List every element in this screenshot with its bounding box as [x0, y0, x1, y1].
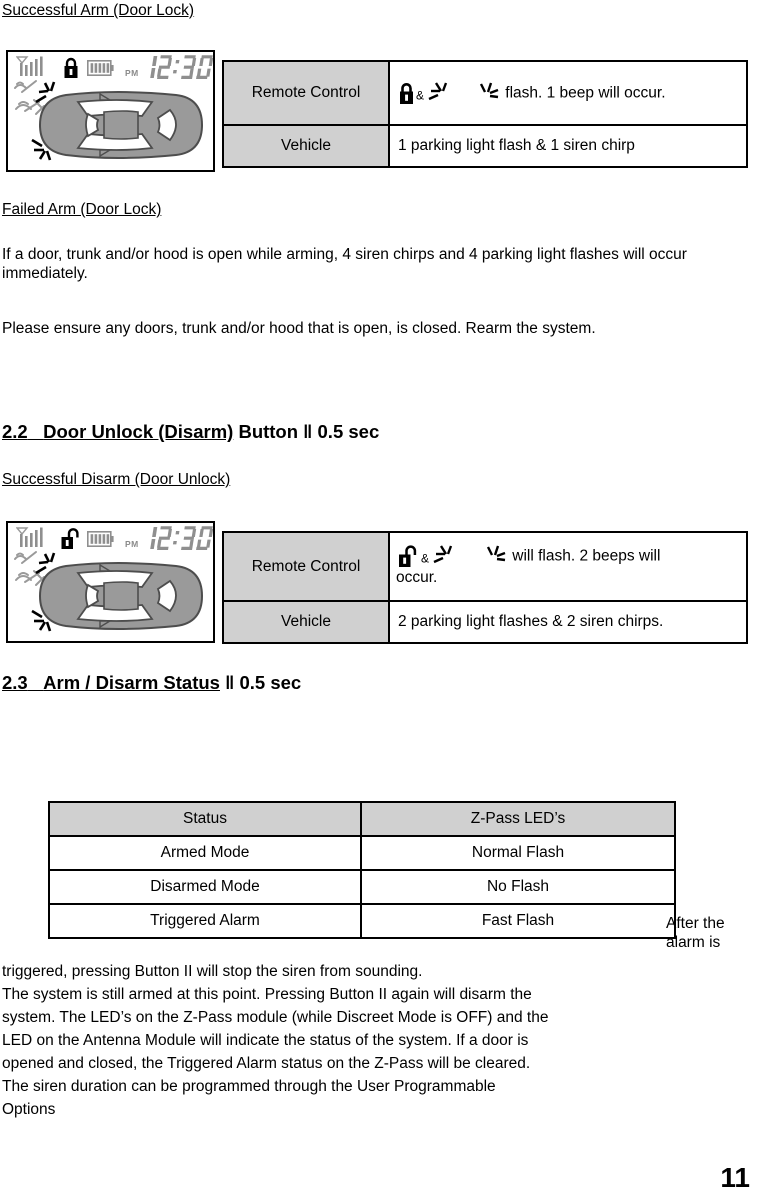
- closing-line-7: Options: [2, 1101, 56, 1118]
- signal-bars-icon: [16, 527, 43, 547]
- closing-line-6: The siren duration can be programmed thr…: [2, 1078, 496, 1095]
- table-header-row: Status Z-Pass LED’s: [48, 801, 676, 837]
- closing-line-2: The system is still armed at this point.…: [2, 986, 532, 1003]
- section-2-2-heading: 2.2 Door Unlock (Disarm) Button ǁ 0.5 se…: [2, 421, 379, 443]
- closing-line-3: system. The LED’s on the Z-Pass module (…: [2, 1009, 549, 1026]
- successful-arm-table: Remote Control & flash. 1 beep will occu…: [222, 60, 748, 168]
- table-row: Armed Mode Normal Flash: [48, 835, 676, 871]
- parking-light-flash-icon: [35, 552, 56, 575]
- section-2-2-title: Door Unlock (Disarm): [43, 421, 234, 442]
- closing-line-1: triggered, pressing Button II will stop …: [2, 963, 423, 980]
- closing-line-4: LED on the Antenna Module will indicate …: [2, 1032, 529, 1049]
- lcd-meridiem: PM: [125, 539, 139, 549]
- remote-lcd-figure-armed: PM: [6, 50, 215, 172]
- section-2-2-number: 2.2: [2, 421, 28, 442]
- table-row: Remote Control &: [222, 60, 748, 126]
- arm-remote-value: & flash. 1 beep will occur.: [388, 60, 748, 126]
- lcd-meridiem: PM: [125, 68, 139, 78]
- disarm-remote-text-line2: occur.: [396, 568, 438, 586]
- failed-arm-paragraph-2: Please ensure any doors, trunk and/or ho…: [2, 320, 596, 337]
- section-2-2-rest: Button ǁ 0.5 sec: [238, 421, 380, 442]
- remote-lcd-figure-disarmed: PM: [6, 521, 215, 643]
- status-cell: Disarmed Mode: [48, 869, 362, 905]
- signal-bars-icon: [16, 56, 43, 76]
- disarm-remote-value: & will flash. 2 beeps will occur.: [388, 531, 748, 602]
- failed-arm-heading: Failed Arm (Door Lock): [2, 201, 162, 218]
- padlock-open-icon: [61, 528, 79, 549]
- arm-vehicle-value: 1 parking light flash & 1 siren chirp: [388, 124, 748, 168]
- status-col-header: Status: [48, 801, 362, 837]
- padlock-open-icon: [398, 545, 420, 568]
- battery-icon: [87, 60, 114, 76]
- section-2-3-rest: ǁ 0.5 sec: [225, 672, 302, 693]
- table-row: Triggered Alarm Fast Flash: [48, 903, 676, 939]
- arm-remote-text: flash. 1 beep will occur.: [505, 84, 666, 102]
- section-2-3-number: 2.3: [2, 672, 28, 693]
- flash-right-icon: [482, 545, 508, 567]
- successful-disarm-table: Remote Control & will flash. 2 beeps wil…: [222, 531, 748, 644]
- arm-disarm-status-table: Status Z-Pass LED’s Armed Mode Normal Fl…: [48, 801, 676, 939]
- ampersand: &: [421, 551, 430, 566]
- arm-vehicle-label: Vehicle: [222, 124, 390, 168]
- failed-arm-paragraph-1: If a door, trunk and/or hood is open whi…: [2, 246, 687, 282]
- lcd-time: [150, 55, 213, 79]
- zpass-col-header: Z-Pass LED’s: [360, 801, 676, 837]
- page-number: 11: [720, 1162, 750, 1193]
- parking-light-flash-icon: [35, 81, 56, 104]
- ampersand: &: [416, 88, 425, 103]
- closing-wrap-note: After the alarm is: [666, 915, 725, 951]
- zpass-cell: No Flash: [360, 869, 676, 905]
- table-row: Remote Control &: [222, 531, 748, 602]
- flash-left-icon: [433, 545, 459, 567]
- disarm-remote-label: Remote Control: [222, 531, 390, 602]
- battery-icon: [87, 531, 114, 547]
- parking-light-flash-icon: [31, 609, 52, 632]
- lcd-time: [150, 526, 213, 550]
- section-2-3-title: Arm / Disarm Status: [43, 672, 220, 693]
- zpass-cell: Normal Flash: [360, 835, 676, 871]
- flash-right-icon: [475, 82, 501, 104]
- disarm-remote-text: will flash. 2 beeps will: [512, 547, 661, 565]
- table-row: Disarmed Mode No Flash: [48, 869, 676, 905]
- document-page: Successful Arm (Door Lock) PM Remote Con…: [0, 0, 758, 1196]
- table-row: Vehicle 2 parking light flashes & 2 sire…: [222, 600, 748, 644]
- status-cell: Armed Mode: [48, 835, 362, 871]
- padlock-closed-icon: [398, 82, 415, 105]
- disarm-vehicle-value: 2 parking light flashes & 2 siren chirps…: [388, 600, 748, 644]
- successful-arm-heading: Successful Arm (Door Lock): [2, 2, 195, 19]
- table-row: Vehicle 1 parking light flash & 1 siren …: [222, 124, 748, 168]
- disarm-vehicle-label: Vehicle: [222, 600, 390, 644]
- section-2-3-heading: 2.3 Arm / Disarm Status ǁ 0.5 sec: [2, 672, 301, 694]
- successful-disarm-heading: Successful Disarm (Door Unlock): [2, 471, 231, 488]
- arm-remote-label: Remote Control: [222, 60, 390, 126]
- parking-light-flash-icon: [31, 138, 52, 161]
- zpass-cell: Fast Flash: [360, 903, 676, 939]
- status-cell: Triggered Alarm: [48, 903, 362, 939]
- flash-left-icon: [428, 82, 454, 104]
- closing-line-5: opened and closed, the Triggered Alarm s…: [2, 1055, 531, 1072]
- padlock-closed-icon: [64, 57, 78, 78]
